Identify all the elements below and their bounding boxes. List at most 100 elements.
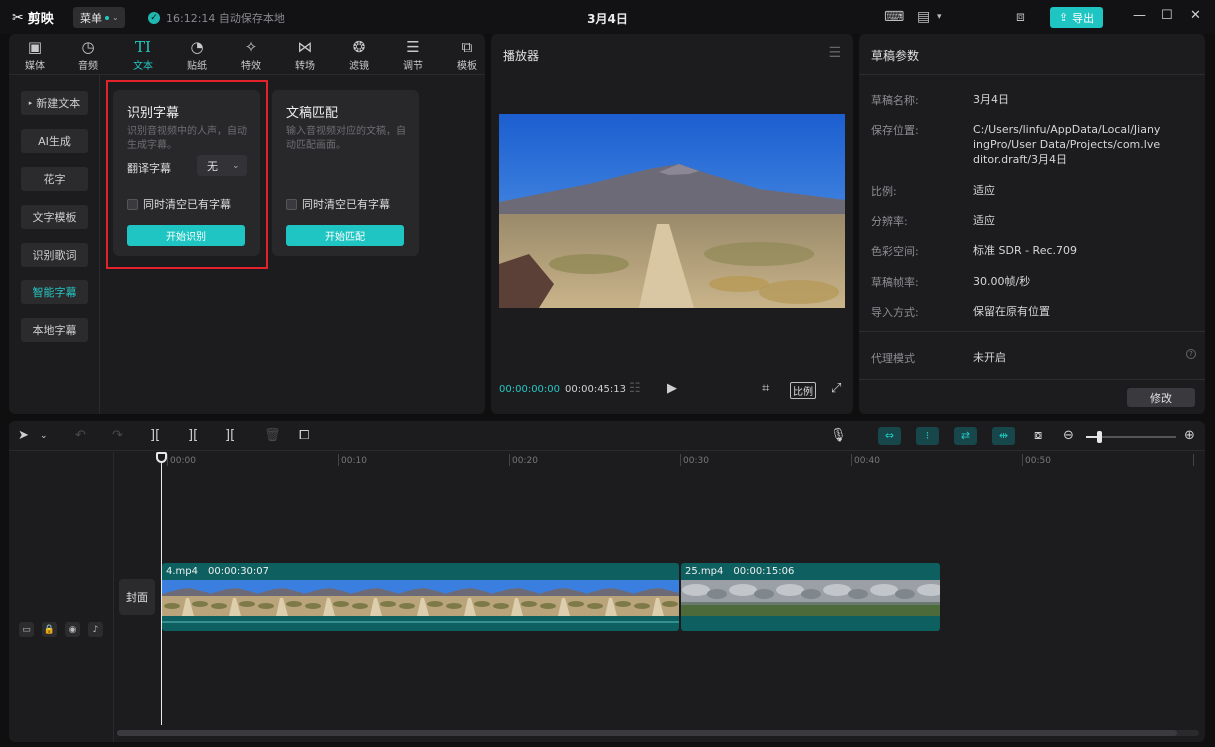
current-timecode: 00:00:00:00: [499, 384, 561, 395]
track-cover-icon[interactable]: ▭: [19, 622, 34, 637]
split-icon[interactable]: ][: [150, 428, 160, 443]
tab-filter-label: 滤镜: [349, 61, 369, 72]
clear-existing-checkbox[interactable]: 同时清空已有字幕: [127, 196, 231, 212]
param-value: 保留在原有位置: [973, 305, 1050, 318]
divider: [859, 331, 1205, 332]
checkbox-box[interactable]: [127, 198, 138, 210]
chevron-down-icon: ⌄: [232, 160, 240, 171]
subnav-smart-subtitle[interactable]: 智能字幕: [21, 280, 88, 304]
close-icon[interactable]: ✕: [1190, 8, 1201, 23]
preview-axis-icon[interactable]: ⇹: [992, 427, 1015, 445]
zoom-in-icon[interactable]: ⊕: [1184, 428, 1195, 443]
clip-header: 4.mp4 00:00:30:07: [166, 566, 269, 577]
eye-icon[interactable]: ◉: [65, 622, 80, 637]
start-recognize-button[interactable]: 开始识别: [127, 225, 245, 246]
speaker-icon[interactable]: ♪: [88, 622, 103, 637]
playhead-handle[interactable]: [156, 452, 167, 463]
layout-chevron-icon[interactable]: ▾: [937, 12, 942, 22]
trim-left-icon[interactable]: ][: [188, 428, 198, 443]
fullscreen-icon[interactable]: ⧈: [1016, 9, 1025, 25]
image-edit-icon[interactable]: ⧠: [299, 428, 309, 443]
landscape-image: [499, 114, 845, 308]
menu-button[interactable]: 菜单 ⌄: [73, 7, 125, 28]
clear-existing-checkbox[interactable]: 同时清空已有字幕: [286, 196, 390, 212]
menu-label: 菜单: [80, 11, 102, 25]
fullscreen-expand-icon[interactable]: ⤢: [831, 381, 841, 396]
subnav-ai-generate[interactable]: AI生成: [21, 129, 88, 153]
subnav-lyrics[interactable]: 识别歌词: [21, 243, 88, 267]
play-icon[interactable]: ▶: [667, 381, 677, 396]
save-status: ✓ 16:12:14 自动保存本地: [148, 10, 285, 26]
chevron-down-icon[interactable]: ⌄: [40, 431, 48, 441]
checkbox-label: 同时清空已有字幕: [143, 198, 231, 211]
minimize-icon[interactable]: —: [1133, 8, 1146, 23]
divider: [859, 379, 1205, 380]
playhead[interactable]: [161, 452, 162, 725]
cover-button[interactable]: 封面: [119, 579, 155, 615]
layout-icon[interactable]: ▤: [917, 9, 930, 25]
clip-thumbnails: [162, 580, 679, 616]
ruler-label: 00:10: [341, 456, 367, 466]
menu-lines-icon[interactable]: ☰: [828, 45, 841, 61]
checkbox-label: 同时清空已有字幕: [302, 198, 390, 211]
tab-filter[interactable]: ❂ 滤镜: [339, 38, 379, 72]
delete-icon[interactable]: 🗑: [264, 428, 281, 443]
app-name: 剪映: [27, 12, 54, 27]
tab-media[interactable]: ▣ 媒体: [15, 38, 55, 72]
checkbox-box[interactable]: [286, 198, 297, 210]
modify-button[interactable]: 修改: [1127, 388, 1195, 407]
tab-text[interactable]: TI 文本: [123, 38, 163, 72]
clip-name: 4.mp4: [166, 566, 198, 577]
material-toolbar: ▣ 媒体 ◷ 音频 TI 文本 ◔ 贴纸 ✧ 特效 ⋈ 转场 ❂ 滤镜 ☰ 调节: [9, 34, 485, 75]
subnav-text-template[interactable]: 文字模板: [21, 205, 88, 229]
maximize-icon[interactable]: ☐: [1161, 8, 1173, 23]
param-value: 3月4日: [973, 93, 1009, 106]
microphone-icon[interactable]: 🎙: [830, 428, 847, 443]
main-track-magnet-icon[interactable]: ⇔: [878, 427, 901, 445]
auto-snap-icon[interactable]: ⁝: [916, 427, 939, 445]
proxy-label: 代理模式: [871, 352, 915, 365]
tab-effects[interactable]: ✧ 特效: [231, 38, 271, 72]
tab-template[interactable]: ⧉ 模板: [447, 38, 485, 72]
export-button[interactable]: ⇪ 导出: [1050, 7, 1103, 28]
adjust-icon: ☰: [406, 38, 420, 56]
tab-sticker[interactable]: ◔ 贴纸: [177, 38, 217, 72]
title-bar: ✂ 剪映 菜单 ⌄ ✓ 16:12:14 自动保存本地 3月4日 ⌨ ▤ ▾ ⧈…: [0, 0, 1215, 34]
redo-icon[interactable]: ↷: [112, 428, 123, 443]
start-match-button[interactable]: 开始匹配: [286, 225, 404, 246]
ruler-tick: [1022, 454, 1023, 466]
media-icon: ▣: [27, 38, 43, 56]
subnav-new-text[interactable]: ▸ 新建文本: [21, 91, 88, 115]
undo-icon[interactable]: ↶: [75, 428, 86, 443]
keyboard-icon[interactable]: ⌨: [884, 9, 904, 25]
param-value: 适应: [973, 214, 995, 227]
video-preview[interactable]: [499, 114, 845, 308]
tab-sticker-label: 贴纸: [187, 61, 207, 72]
timeline-toolbar: ➤ ⌄ ↶ ↷ ][ ][ ][ 🗑 ⧠ 🎙 ⇔ ⁝ ⇄ ⇹ ⧇ ⊖ ⊕: [9, 421, 1205, 451]
translate-select[interactable]: 无 ⌄: [197, 155, 247, 176]
trim-right-icon[interactable]: ][: [225, 428, 235, 443]
video-clip[interactable]: 25.mp4 00:00:15:06: [681, 563, 940, 631]
crop-icon[interactable]: ⌗: [762, 381, 769, 396]
waveform-icon[interactable]: ☷: [629, 381, 641, 396]
params-title: 草稿参数: [871, 49, 920, 63]
track-controls: ▭ 🔒 ◉ ♪: [19, 622, 103, 637]
fit-timeline-icon[interactable]: ⧇: [1034, 428, 1042, 443]
linkage-icon[interactable]: ⇄: [954, 427, 977, 445]
zoom-slider-handle[interactable]: [1097, 431, 1102, 443]
subnav-local-subtitle[interactable]: 本地字幕: [21, 318, 88, 342]
zoom-out-icon[interactable]: ⊖: [1063, 428, 1074, 443]
tab-audio[interactable]: ◷ 音频: [68, 38, 108, 72]
param-label: 导入方式:: [871, 306, 919, 319]
help-icon[interactable]: ?: [1186, 349, 1196, 359]
subnav-fancy-text[interactable]: 花字: [21, 167, 88, 191]
video-clip[interactable]: 4.mp4 00:00:30:07: [162, 563, 679, 631]
tab-transition[interactable]: ⋈ 转场: [285, 38, 325, 72]
tab-adjust[interactable]: ☰ 调节: [393, 38, 433, 72]
clip-header: 25.mp4 00:00:15:06: [685, 566, 794, 577]
script-match-card: 文稿匹配 输入音视频对应的文稿，自动匹配画面。 同时清空已有字幕 开始匹配: [272, 90, 419, 256]
timeline-scrollbar-thumb[interactable]: [117, 730, 1177, 736]
ratio-button[interactable]: 比例: [790, 382, 816, 399]
lock-icon[interactable]: 🔒: [42, 622, 57, 637]
cursor-select-icon[interactable]: ➤: [18, 428, 29, 443]
